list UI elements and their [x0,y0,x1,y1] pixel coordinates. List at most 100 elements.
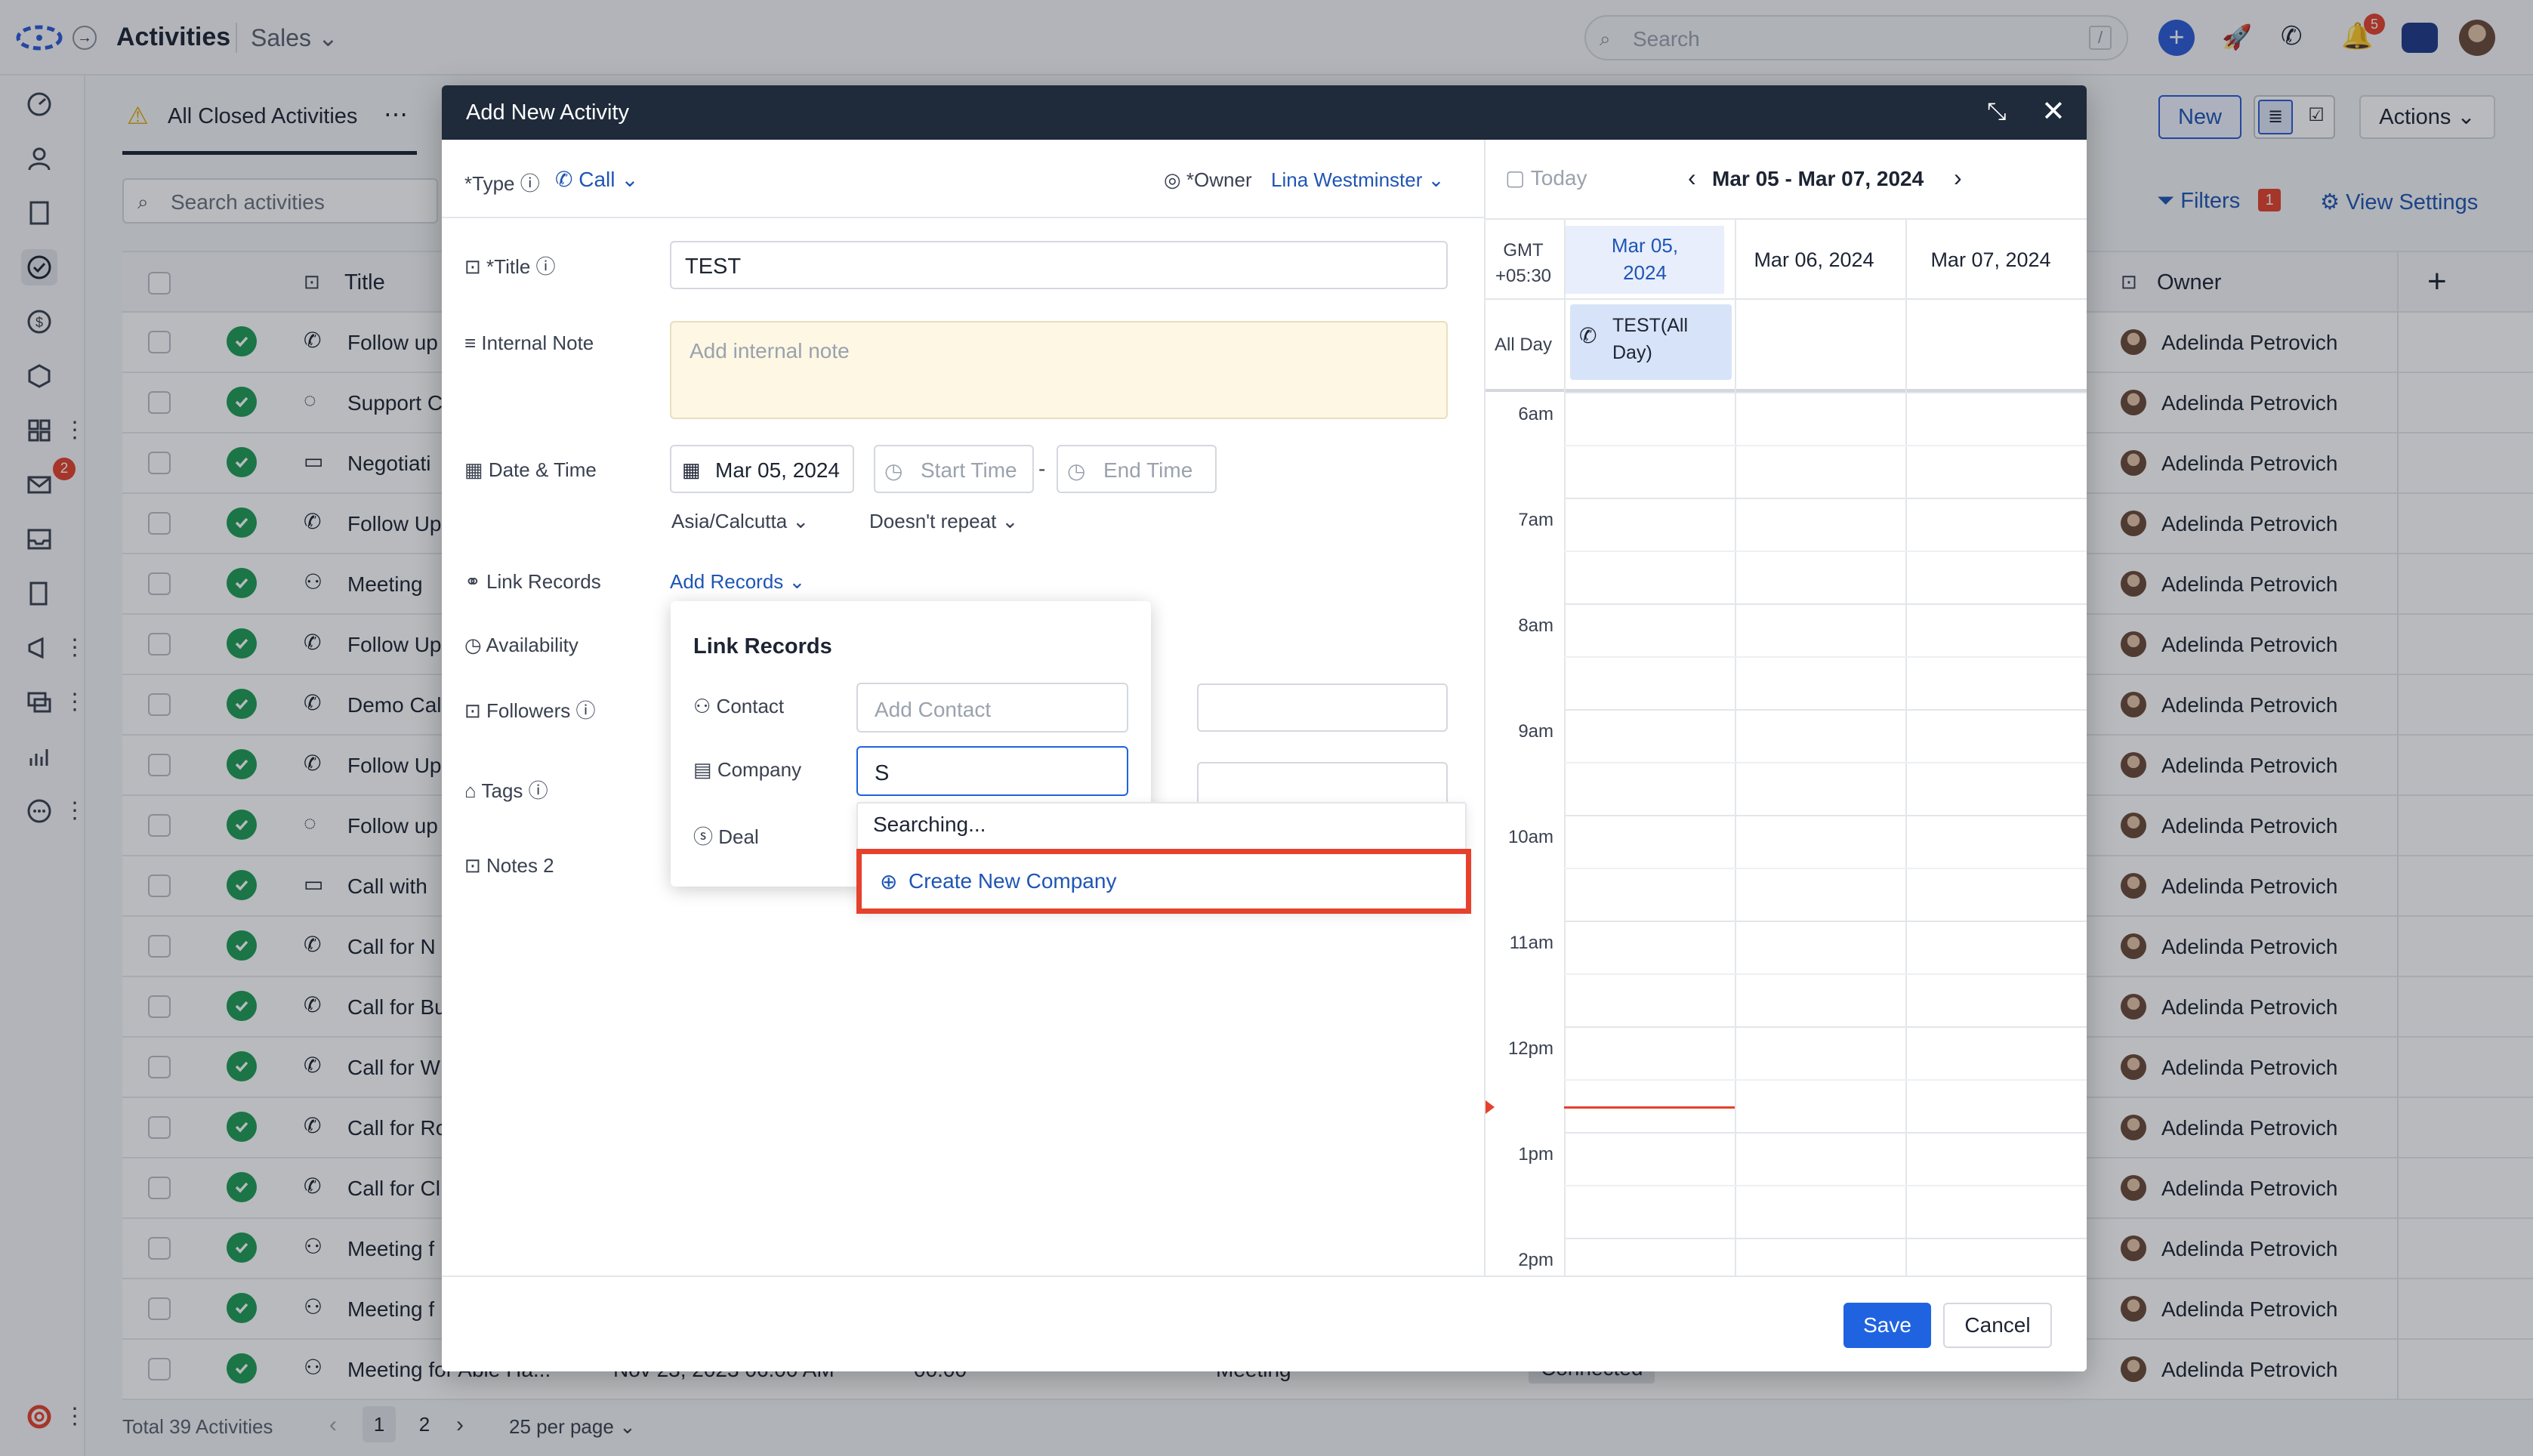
link-icon: ⚭ [464,570,481,593]
day-header-mar-07[interactable]: Mar 07, 2024 [1905,248,2076,272]
type-label: *Type ⓘ [464,172,540,195]
hour-line [1564,1132,2087,1134]
tags-label: ⌂ Tags ⓘ [464,779,548,802]
minimize-icon[interactable]: ⤡ [1987,97,2007,126]
help-icon: ⓘ [575,699,596,722]
add-records-button[interactable]: Add Records ⌄ [670,570,805,594]
calendar-icon: ▦ [682,458,701,481]
hour-line [1564,815,2087,816]
timezone-select[interactable]: Asia/Calcutta ⌄ [671,510,809,533]
date-range: Mar 05 - Mar 07, 2024 [1712,167,1924,190]
user-icon: ◎ [1164,168,1181,191]
half-hour-line [1564,973,2087,975]
today-button[interactable]: ▢ Today [1505,165,1587,190]
company-label: ▤ Company [693,758,802,781]
hour-label: 2pm [1518,1250,1553,1270]
save-button[interactable]: Save [1843,1303,1931,1348]
current-time-line [1564,1106,1735,1109]
note-icon: ≡ [464,332,477,354]
day-header-mar-05[interactable]: Mar 05, 2024 [1566,226,1724,294]
half-hour-line [1564,656,2087,658]
repeat-select[interactable]: Doesn't repeat ⌄ [869,510,1018,533]
hour-line [1564,1026,2087,1028]
followers-icon: ⊡ [464,699,481,722]
clock-icon: ◷ [884,459,903,483]
hour-line [1564,1238,2087,1239]
followers-label: ⊡ Followers ⓘ [464,699,596,722]
contact-input[interactable]: Add Contact [856,683,1128,733]
divider [1486,218,2087,220]
half-hour-line [1564,445,2087,446]
modal-header: Add New Activity ⤡ ✕ [442,85,2087,140]
next-range-icon[interactable]: › [1954,164,1962,192]
all-day-label: All Day [1494,335,1553,355]
close-icon[interactable]: ✕ [2041,94,2066,128]
half-hour-line [1564,1185,2087,1186]
hour-label: 11am [1509,933,1553,953]
user-icon: ⚇ [693,695,711,717]
owner-select[interactable]: Lina Westminster ⌄ [1271,168,1444,192]
building-icon: ▤ [693,758,712,781]
hour-label: 10am [1507,827,1553,847]
clock-icon: ◷ [1067,459,1086,483]
phone-icon: ✆ [1579,324,1597,347]
popover-title: Link Records [693,634,832,659]
hour-line [1564,498,2087,499]
calendar-panel: ▢ Today ‹ Mar 05 - Mar 07, 2024 › GMT +05… [1486,140,2087,1371]
phone-icon: ✆ [555,168,573,191]
timezone-label: GMT +05:30 [1495,240,1552,286]
all-day-event[interactable]: ✆ TEST(All Day) [1570,304,1732,380]
date-input[interactable]: ▦ Mar 05, 2024 [670,445,854,493]
end-time-input[interactable]: ◷ End Time [1057,445,1217,493]
divider [1486,298,2087,300]
help-icon: ⓘ [535,255,556,278]
link-records-label: ⚭ Link Records [464,570,601,593]
hour-label: 7am [1518,510,1553,530]
type-select[interactable]: ✆ Call ⌄ [555,167,639,192]
hour-line [1564,603,2087,605]
searching-status: Searching... [873,813,986,836]
tag-icon: ⌂ [464,779,477,802]
form-header: *Type ⓘ ✆ Call ⌄ ◎ *Owner Lina Westminst… [442,140,1484,218]
notes-icon: ⊡ [464,854,481,877]
help-icon: ⓘ [528,779,548,802]
clock-icon: ◷ [464,634,482,656]
half-hour-line [1564,551,2087,552]
half-hour-line [1564,1079,2087,1081]
create-new-company-option[interactable]: ⊕ Create New Company [856,849,1471,914]
day-header-mar-06[interactable]: Mar 06, 2024 [1735,248,1893,272]
internal-note-input[interactable]: Add internal note [670,321,1448,419]
notes-label: ⊡ Notes 2 [464,854,554,877]
current-time-marker [1486,1100,1495,1114]
hour-label: 1pm [1518,1144,1553,1164]
title-field-label: ⊡ *Title ⓘ [464,255,556,278]
availability-label: ◷ Availability [464,634,578,656]
cancel-button[interactable]: Cancel [1943,1303,2052,1348]
help-icon: ⓘ [520,172,540,195]
modal-title: Add New Activity [466,100,629,125]
hour-label: 9am [1518,721,1553,742]
hour-line [1564,392,2087,393]
hour-label: 6am [1518,404,1553,424]
start-time-input[interactable]: ◷ Start Time [874,445,1034,493]
datetime-label: ▦ Date & Time [464,458,597,481]
dollar-icon: ⓢ [693,825,714,848]
calendar-icon: ▦ [464,458,483,481]
contact-label: ⚇ Contact [693,695,785,717]
time-separator: - [1038,457,1046,480]
hour-line [1564,709,2087,711]
followers-input[interactable] [1197,683,1448,732]
company-input[interactable]: S [856,746,1128,796]
hour-label: 8am [1518,615,1553,636]
hour-label: 12pm [1507,1038,1553,1059]
half-hour-line [1564,762,2087,763]
calendar-icon: ▢ [1505,166,1526,190]
prev-range-icon[interactable]: ‹ [1688,164,1696,192]
owner-label: ◎ *Owner [1164,168,1252,191]
text-icon: ⊡ [464,255,481,278]
title-input[interactable]: TEST [670,241,1448,289]
half-hour-line [1564,868,2087,869]
hour-line [1564,921,2087,922]
deal-label: ⓢ Deal [693,825,759,848]
internal-note-label: ≡ Internal Note [464,332,594,354]
